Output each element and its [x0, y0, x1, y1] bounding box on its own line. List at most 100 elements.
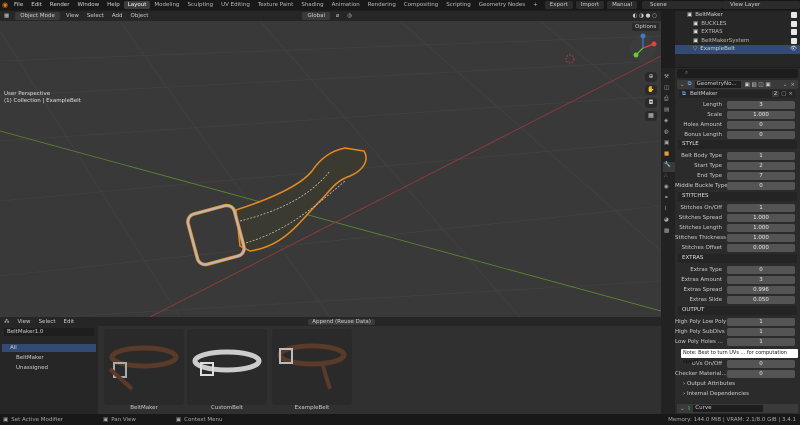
visibility-checkbox[interactable]	[791, 29, 797, 36]
prop-value[interactable]: 1	[727, 337, 795, 346]
eye-icon[interactable]: 👁	[790, 45, 797, 54]
grid-perspective-icon[interactable]: ▦	[645, 111, 657, 121]
transform-orientation-dropdown[interactable]: Global	[302, 12, 331, 20]
workspace-tab-modeling[interactable]: Modeling	[150, 1, 183, 9]
prop-value[interactable]: 1.000	[727, 110, 795, 119]
viewport-menu-add[interactable]: Add	[108, 13, 127, 19]
workspace-tab-rendering[interactable]: Rendering	[364, 1, 400, 9]
physics-icon[interactable]: ◉	[664, 184, 669, 190]
viewport-menu-select[interactable]: Select	[83, 13, 108, 19]
prop-value[interactable]: 0	[727, 130, 795, 139]
data-block-name[interactable]: Curve	[693, 405, 764, 412]
camera-icon[interactable]: ◘	[645, 98, 657, 108]
prop-value[interactable]: 1	[727, 203, 795, 212]
asset-menu-view[interactable]: View	[14, 319, 35, 325]
modifier-wrench-icon[interactable]: 🔧	[663, 162, 675, 172]
prop-value[interactable]: 0	[727, 369, 795, 378]
workspace-tab-animation[interactable]: Animation	[328, 1, 364, 9]
properties-search-icon[interactable]: ⌕	[677, 69, 798, 78]
constraints-icon[interactable]: ⚭	[664, 195, 669, 201]
collapse-chevron-icon[interactable]: ⌄	[680, 82, 685, 88]
navigation-gizmo[interactable]	[628, 33, 658, 65]
visibility-checkbox[interactable]	[791, 20, 797, 27]
menu-render[interactable]: Render	[46, 2, 74, 8]
workspace-tab-shading[interactable]: Shading	[297, 1, 327, 9]
workspace-tab-texture-paint[interactable]: Texture Paint	[254, 1, 298, 9]
close-icon[interactable]: ×	[790, 82, 795, 88]
viewport-menu-view[interactable]: View	[62, 13, 83, 19]
menu-file[interactable]: File	[10, 2, 27, 8]
outliner-item-beltmakersystem[interactable]: ▣ BeltMakerSystem	[675, 37, 800, 46]
prop-value[interactable]: 1	[727, 327, 795, 336]
output-icon[interactable]: ⎙	[664, 96, 668, 103]
asset-item-beltmaker[interactable]: BeltMaker	[104, 329, 184, 413]
node-group-selector[interactable]: ⧉ BeltMaker 2 ▢ ×	[679, 90, 795, 98]
scene-selector[interactable]: Scene	[642, 1, 722, 9]
prop-value[interactable]: 0	[727, 359, 795, 368]
workspace-tab-compositing[interactable]: Compositing	[400, 1, 442, 9]
add-workspace-icon[interactable]: +	[529, 1, 542, 9]
prop-value[interactable]: 2	[727, 161, 795, 170]
viewport-shading-icon[interactable]: ◐ ◑ ● ○	[629, 13, 661, 19]
prop-value[interactable]: 1.000	[727, 233, 795, 242]
workspace-tab-sculpting[interactable]: Sculpting	[183, 1, 217, 9]
viewport-menu-object[interactable]: Object	[127, 13, 153, 19]
catalog-all[interactable]: All	[2, 344, 96, 352]
workspace-tab-geometry-nodes[interactable]: Geometry Nodes	[475, 1, 529, 9]
import-button[interactable]: Import	[575, 1, 605, 9]
prop-value[interactable]: 1.000	[727, 213, 795, 222]
catalog-beltmaker[interactable]: BeltMaker	[2, 354, 96, 362]
prop-value[interactable]: 0.050	[727, 295, 795, 304]
import-mode-dropdown[interactable]: Append (Reuse Data)	[308, 318, 375, 325]
visibility-checkbox[interactable]	[791, 12, 797, 19]
asset-library-dropdown[interactable]: BeltMaker1.0	[4, 328, 94, 336]
menu-edit[interactable]: Edit	[27, 2, 46, 8]
editor-type-icon[interactable]: ▦	[0, 13, 13, 19]
prop-value[interactable]: 0.996	[727, 285, 795, 294]
workspace-tab-uv-editing[interactable]: UV Editing	[217, 1, 254, 9]
manual-button[interactable]: Manual	[607, 1, 638, 9]
unlink-icon[interactable]: ×	[788, 91, 793, 97]
collapse-chevron-icon[interactable]: ⌄	[680, 406, 685, 412]
options-button[interactable]: Options	[632, 23, 660, 31]
workspace-tab-scripting[interactable]: Scripting	[442, 1, 474, 9]
render-icon[interactable]: ◫	[664, 85, 669, 91]
prop-value[interactable]: 7	[727, 171, 795, 180]
prop-value[interactable]: 1	[727, 317, 795, 326]
asset-item-examplebelt[interactable]: ExampleBelt	[272, 329, 352, 413]
asset-menu-select[interactable]: Select	[35, 319, 60, 325]
fake-user-icon[interactable]: ▢	[781, 91, 786, 97]
world-icon[interactable]: ◍	[664, 129, 669, 135]
prop-value[interactable]: 0.000	[727, 243, 795, 252]
prop-value[interactable]: 1.000	[727, 223, 795, 232]
tool-icon[interactable]: ⚒	[664, 74, 669, 80]
internal-dependencies-panel[interactable]: › Internal Dependencies	[683, 391, 749, 397]
modifier-name-field[interactable]: GeometryNo...	[694, 81, 741, 88]
prop-value[interactable]: 3	[727, 100, 795, 109]
data-curve-icon[interactable]: ⌇	[664, 206, 667, 212]
scene-icon[interactable]: ◈	[664, 118, 668, 124]
menu-window[interactable]: Window	[73, 2, 103, 8]
modifier-dropdown-icon[interactable]: ⌄	[783, 82, 788, 88]
pan-hand-icon[interactable]: ✋	[645, 85, 657, 95]
prop-value[interactable]: 0	[727, 265, 795, 274]
collection-tab-icon[interactable]: ▣	[664, 140, 669, 146]
outliner-item-buckles[interactable]: ▣ BUCKLES	[675, 20, 800, 29]
proportional-edit-icon[interactable]: ◎	[343, 13, 356, 19]
visibility-checkbox[interactable]	[791, 37, 797, 44]
material-icon[interactable]: ◕	[664, 217, 669, 223]
zoom-icon[interactable]: ⊕	[645, 72, 657, 82]
modifier-toggle-icons[interactable]: ▣ ▥ ◫ ▣	[745, 82, 771, 88]
object-icon[interactable]: ■	[664, 151, 669, 157]
asset-item-custombelt[interactable]: CustomBelt	[187, 329, 267, 413]
prop-value[interactable]: 3	[727, 275, 795, 284]
asset-menu-edit[interactable]: Edit	[60, 319, 79, 325]
outliner-item-beltmaker[interactable]: ▣ BeltMaker	[675, 11, 800, 20]
view-layer-icon[interactable]: ▤	[664, 107, 669, 113]
snap-icon[interactable]: ⌀	[332, 13, 343, 19]
asset-browser-editor-icon[interactable]: ⁂	[0, 319, 14, 325]
prop-value[interactable]: 0	[727, 120, 795, 129]
outliner-item-examplebelt[interactable]: ▽ ExampleBelt 👁	[675, 45, 800, 54]
outliner-item-extras[interactable]: ▣ EXTRAS	[675, 28, 800, 37]
prop-value[interactable]: 1	[727, 151, 795, 160]
